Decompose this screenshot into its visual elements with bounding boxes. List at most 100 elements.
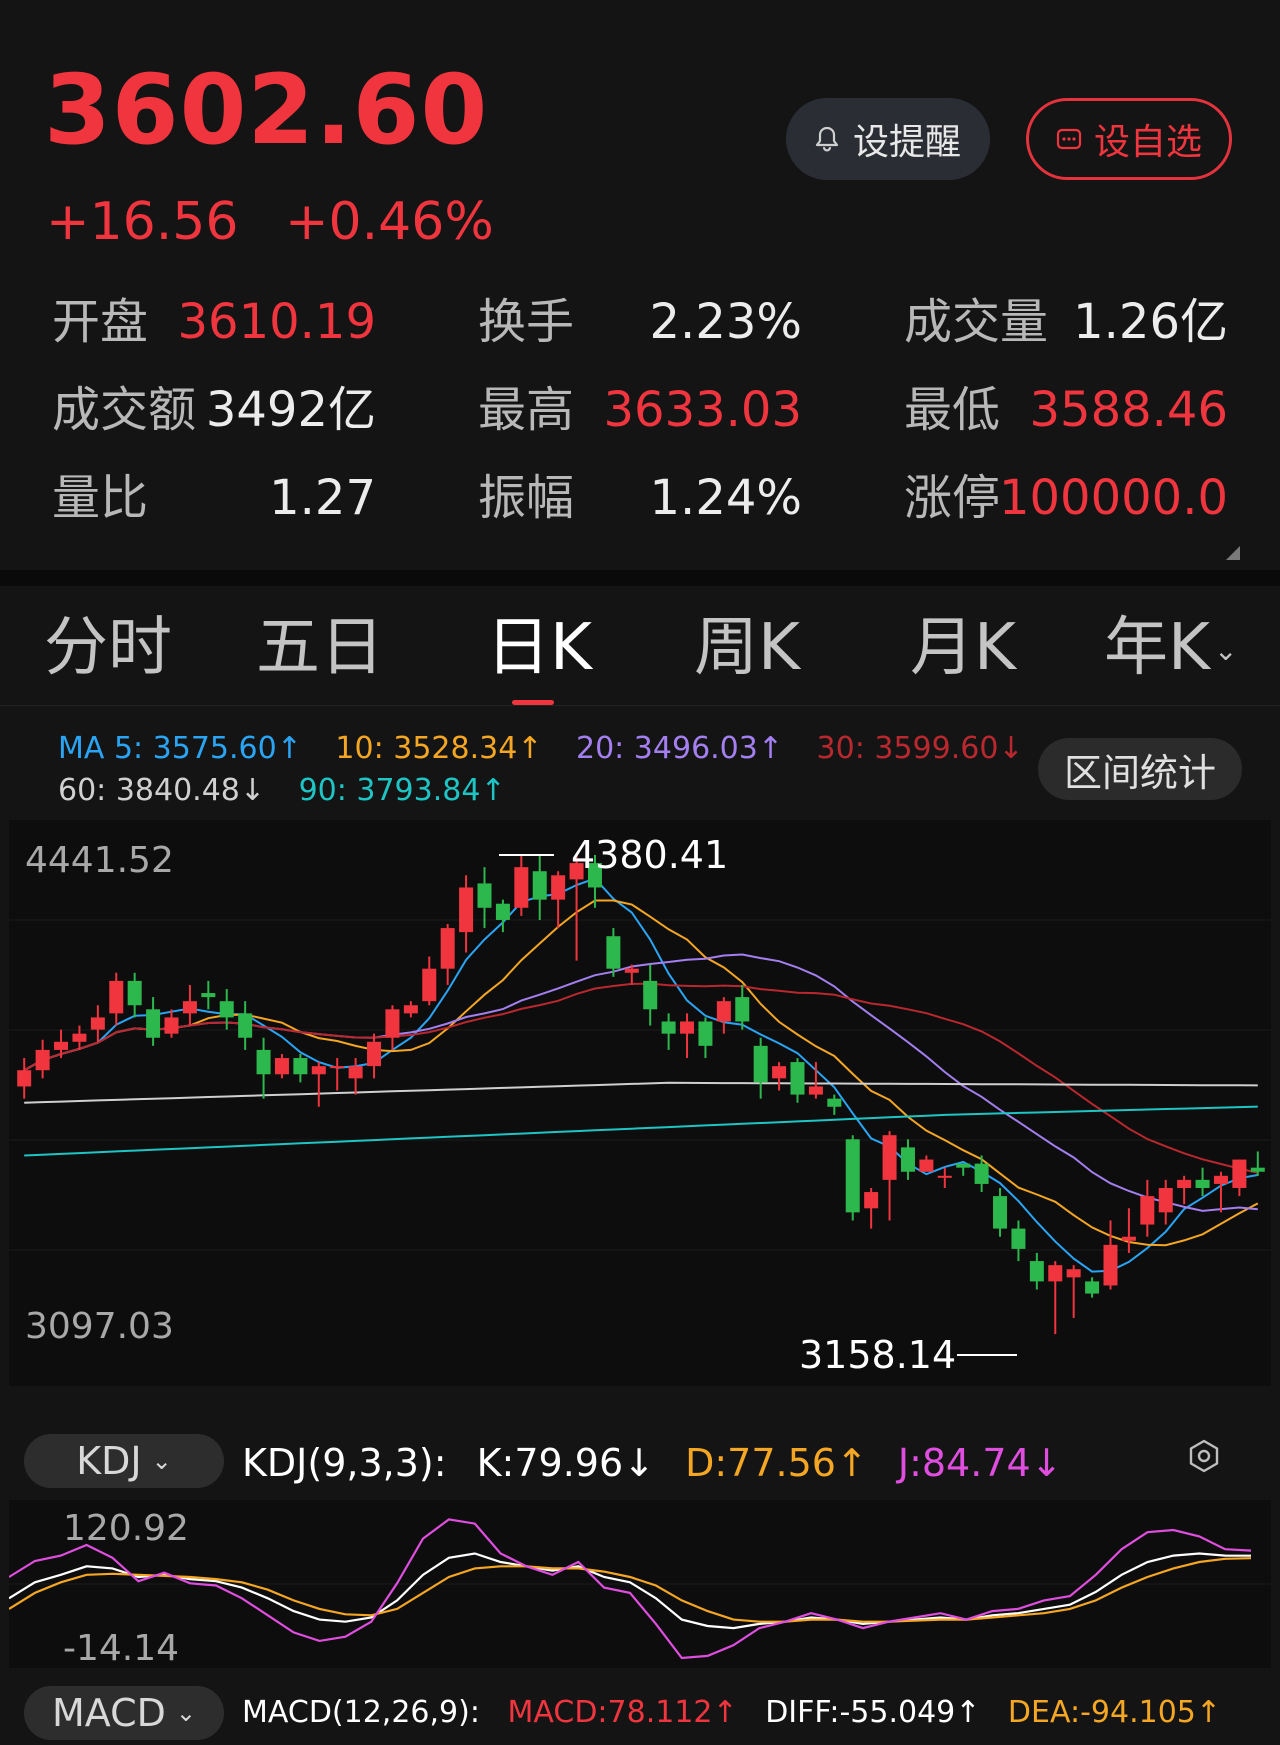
- candle: [956, 1163, 971, 1168]
- candle: [422, 968, 437, 1002]
- candle: [680, 1021, 695, 1034]
- interval-stats-button[interactable]: 区间统计: [1038, 738, 1242, 800]
- candle: [1121, 1236, 1136, 1241]
- candle: [201, 993, 216, 998]
- candle: [256, 1049, 271, 1075]
- candle: [1195, 1179, 1210, 1188]
- stat-label: 开盘: [52, 294, 149, 350]
- kdj-selector[interactable]: KDJ ⌄: [24, 1434, 224, 1488]
- stat-low: 最低 3588.46: [904, 386, 1228, 434]
- axis-high-label: 4441.52: [25, 840, 174, 881]
- stat-label: 成交额: [52, 382, 197, 438]
- candle: [146, 1009, 161, 1038]
- candle: [661, 1021, 676, 1034]
- stat-value: 2.23%: [649, 294, 802, 350]
- candle: [790, 1062, 805, 1095]
- macd-selector[interactable]: MACD ⌄: [24, 1686, 224, 1740]
- candle: [937, 1175, 952, 1178]
- chat-dots-icon: [1056, 128, 1082, 150]
- candle: [772, 1066, 787, 1079]
- candle: [367, 1041, 382, 1067]
- kline-chart[interactable]: 4441.52 3097.03 4380.41 3158.14: [9, 820, 1271, 1386]
- macd-values: MACD(12,26,9): MACD:78.112↑ DIFF:-55.049…: [242, 1698, 1239, 1728]
- stat-label: 涨停: [904, 470, 1001, 526]
- ma90-line: [24, 1105, 1258, 1157]
- stat-value: 3610.19: [177, 294, 377, 350]
- ma-legend-row-1: MA 5: 3575.60↑ 10: 3528.34↑ 20: 3496.03↑…: [58, 734, 1048, 764]
- candle: [993, 1196, 1008, 1229]
- candle: [1158, 1187, 1173, 1213]
- candle: [1103, 1244, 1118, 1286]
- kdj-params: KDJ(9,3,3):: [242, 1441, 447, 1485]
- add-favorite-button[interactable]: 设自选: [1026, 98, 1232, 180]
- candle: [1029, 1261, 1044, 1282]
- candle: [495, 903, 510, 920]
- tab-daily-k[interactable]: 日K: [486, 616, 592, 680]
- ma60-label: 60: 3840.48↓: [58, 773, 266, 808]
- candle: [698, 1021, 713, 1046]
- candle: [127, 980, 142, 1006]
- candle: [54, 1041, 69, 1050]
- candle: [477, 883, 492, 908]
- candle: [735, 997, 750, 1022]
- hexagon-settings-icon[interactable]: [1186, 1438, 1222, 1474]
- current-price: 3602.60: [44, 54, 489, 166]
- ma-legend-row-2: 60: 3840.48↓ 90: 3793.84↑: [58, 776, 530, 806]
- kdj-k-value: K:79.96↓: [476, 1441, 655, 1485]
- chevron-down-icon: ⌄: [175, 1699, 197, 1727]
- active-tab-indicator: [512, 700, 554, 705]
- stat-value: 3588.46: [1029, 382, 1229, 438]
- ma5-line: [23, 877, 1258, 1273]
- tab-weekly-k[interactable]: 周K: [694, 616, 800, 680]
- expand-corner-icon[interactable]: [1226, 546, 1240, 560]
- ma5-label: MA 5: 3575.60↑: [58, 731, 302, 766]
- candle: [293, 1058, 308, 1075]
- stat-label: 量比: [52, 470, 149, 526]
- candle: [1250, 1167, 1265, 1172]
- candle: [440, 928, 455, 969]
- kdj-header: KDJ ⌄ KDJ(9,3,3): K:79.96↓ D:77.56↑ J:84.…: [0, 1412, 1280, 1508]
- candle: [311, 1066, 326, 1075]
- stat-value: 100000.0: [998, 470, 1228, 526]
- peak-label: 4380.41: [571, 833, 728, 877]
- ma-lines: [23, 877, 1259, 1273]
- candle: [551, 875, 566, 900]
- trough-label: 3158.14: [799, 1333, 956, 1377]
- ma10-line: [23, 899, 1259, 1247]
- kdj-lines: [8, 1518, 1252, 1660]
- candle: [845, 1139, 860, 1213]
- candle: [716, 1001, 731, 1022]
- macd-header: MACD ⌄ MACD(12,26,9): MACD:78.112↑ DIFF:-…: [0, 1668, 1280, 1745]
- kdj-d-line: [8, 1557, 1252, 1623]
- stat-label: 最高: [478, 382, 575, 438]
- candle: [532, 871, 547, 900]
- ma90-label: 90: 3793.84↑: [298, 773, 506, 808]
- price-change: +16.56: [46, 192, 239, 252]
- candle: [164, 1017, 179, 1034]
- tab-intraday[interactable]: 分时: [44, 616, 172, 680]
- macd-selector-label: MACD: [51, 1691, 166, 1735]
- chevron-down-icon[interactable]: ⌄: [1214, 634, 1237, 667]
- stat-label: 成交量: [904, 294, 1049, 350]
- candle: [90, 1017, 105, 1030]
- tab-monthly-k[interactable]: 月K: [910, 616, 1016, 680]
- tab-five-day[interactable]: 五日: [256, 616, 384, 680]
- kdj-chart[interactable]: 120.92 -14.14: [8, 1500, 1271, 1669]
- candle: [1140, 1196, 1155, 1225]
- macd-dea-value: DEA:-94.105↑: [1007, 1695, 1222, 1730]
- candle: [643, 980, 658, 1010]
- kdj-selector-label: KDJ: [76, 1439, 142, 1483]
- candle: [1011, 1228, 1026, 1249]
- set-alert-button[interactable]: 设提醒: [786, 98, 990, 180]
- stat-label: 振幅: [478, 470, 575, 526]
- kdj-j-line: [8, 1518, 1252, 1660]
- kdj-d-value: D:77.56↑: [685, 1441, 868, 1485]
- stat-value: 1.24%: [649, 470, 802, 526]
- kdj-j-value: J:84.74↓: [897, 1441, 1063, 1485]
- candle: [864, 1192, 879, 1209]
- ma10-label: 10: 3528.34↑: [335, 731, 543, 766]
- tab-yearly-k[interactable]: 年K ⌄: [1104, 616, 1237, 680]
- section-divider: [0, 570, 1280, 586]
- ma20-label: 20: 3496.03↑: [575, 731, 783, 766]
- candle: [1213, 1175, 1228, 1184]
